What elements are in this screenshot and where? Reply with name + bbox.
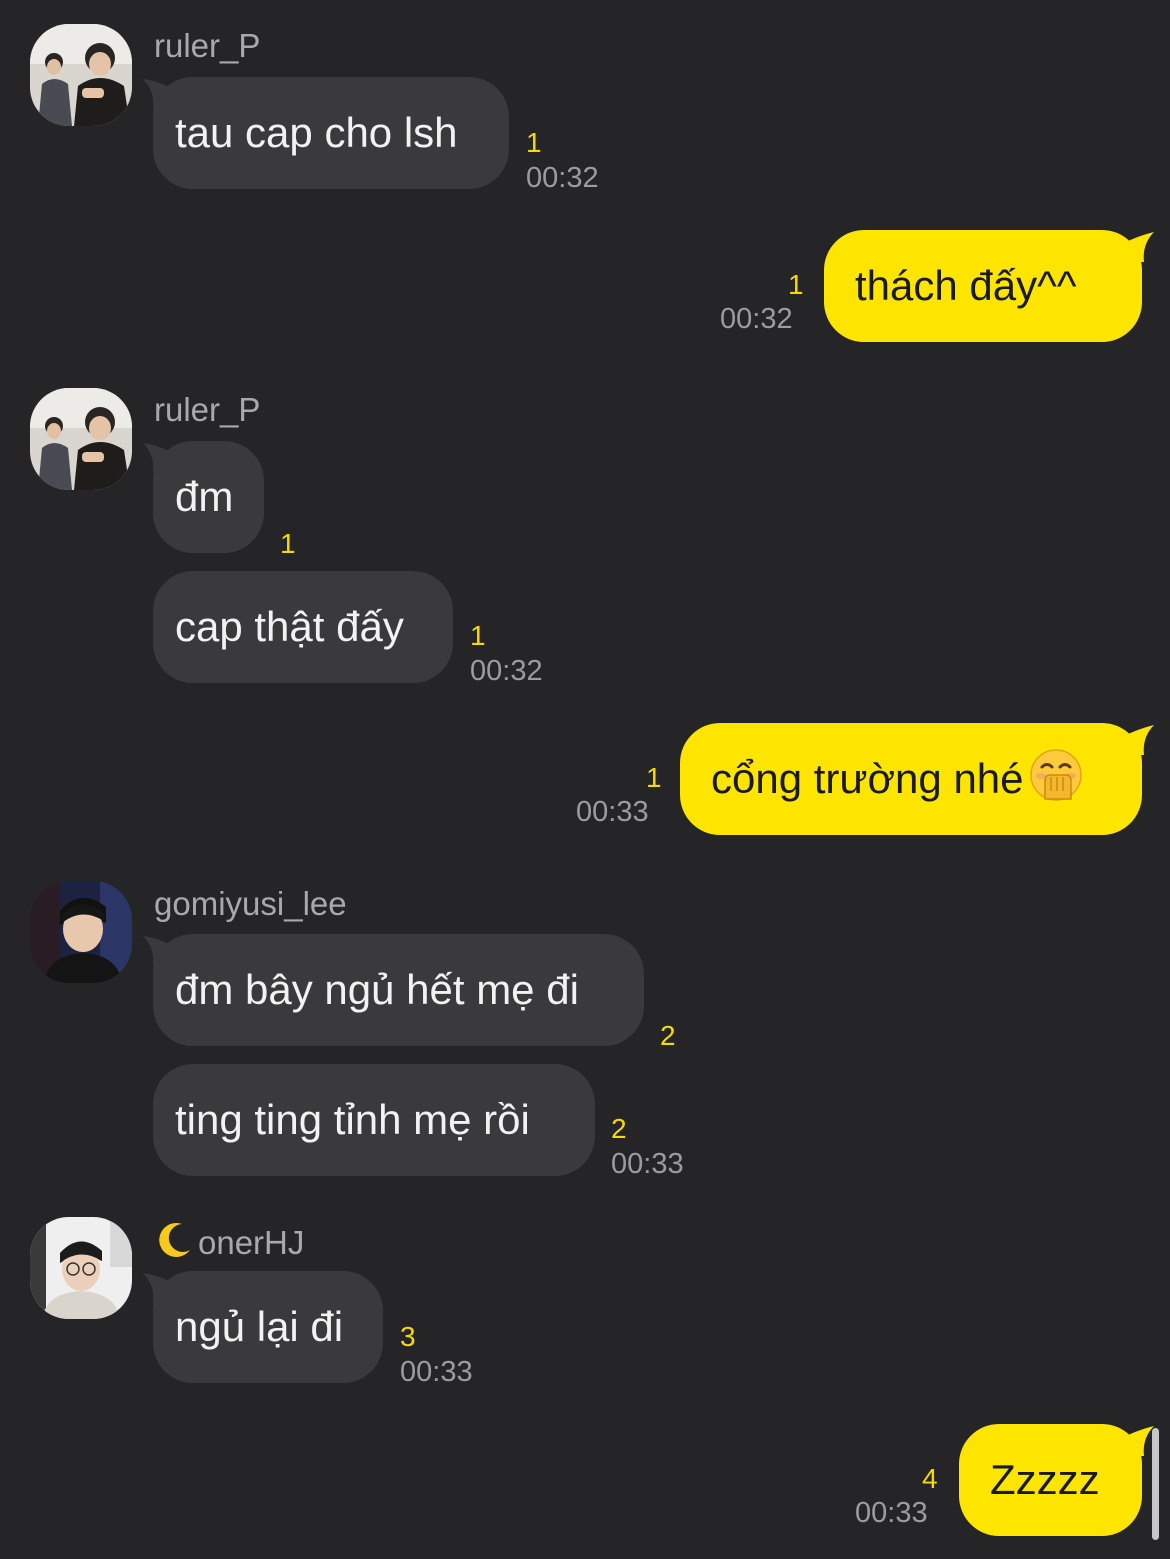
unread-count: 1 — [646, 762, 662, 793]
message-time: 00:32 — [720, 303, 793, 335]
sender-name: onerHJ — [154, 1220, 304, 1263]
avatar-gomiyusi-lee[interactable] — [30, 881, 132, 983]
message-text: thách đấy^^ — [855, 262, 1077, 309]
message-bubble-incoming[interactable]: đm bây ngủ hết mẹ đi — [143, 934, 644, 1046]
bubble-tail — [143, 1273, 179, 1303]
bubble-tail — [1116, 725, 1154, 755]
message-text: cổng trường nhé — [711, 755, 1024, 802]
message-time: 00:33 — [576, 796, 649, 828]
unread-count: 1 — [526, 127, 542, 158]
unread-count: 1 — [788, 269, 804, 300]
message-bubble-outgoing[interactable]: cổng trường nhé — [680, 723, 1154, 835]
bubble-tail — [143, 936, 179, 966]
message-bubble-incoming[interactable]: cap thật đấy — [153, 571, 453, 683]
unread-count: 3 — [400, 1321, 416, 1352]
message-time: 00:32 — [526, 162, 599, 194]
unread-count: 4 — [922, 1463, 938, 1494]
hand-over-mouth-emoji-icon — [1029, 749, 1082, 801]
avatar-ruler-p[interactable] — [30, 388, 132, 490]
message-bubble-incoming[interactable]: đm — [143, 441, 264, 553]
message-time: 00:33 — [855, 1497, 928, 1529]
message-text: ngủ lại đi — [175, 1303, 344, 1350]
bubble-tail — [143, 79, 179, 109]
message-bubble-incoming[interactable]: ting ting tỉnh mẹ rồi — [153, 1064, 595, 1176]
bubble-tail — [143, 443, 179, 473]
scrollbar[interactable] — [1152, 1428, 1159, 1540]
message-text: đm — [175, 473, 234, 520]
message-time: 00:33 — [400, 1356, 473, 1388]
message-text: ting ting tỉnh mẹ rồi — [175, 1096, 530, 1143]
message-text: tau cap cho lsh — [175, 109, 458, 156]
message-bubble-outgoing[interactable]: thách đấy^^ — [824, 230, 1154, 342]
unread-count: 1 — [470, 620, 486, 651]
message-time: 00:32 — [470, 655, 543, 687]
message-text: cap thật đấy — [175, 603, 404, 650]
avatar-ruler-p[interactable] — [30, 24, 132, 126]
avatar-onerhj[interactable] — [30, 1217, 132, 1319]
message-bubble-outgoing[interactable]: Zzzzz — [959, 1424, 1154, 1536]
unread-count: 2 — [611, 1113, 627, 1144]
message-text: đm bây ngủ hết mẹ đi — [175, 966, 579, 1013]
message-bubble-incoming[interactable]: ngủ lại đi — [143, 1271, 383, 1383]
message-bubble-incoming[interactable]: tau cap cho lsh — [143, 77, 509, 189]
crescent-moon-icon — [159, 1222, 190, 1257]
sender-name-text: onerHJ — [198, 1224, 305, 1261]
sender-name: ruler_P — [154, 27, 261, 64]
message-time: 00:33 — [611, 1148, 684, 1180]
message-text: Zzzzz — [990, 1456, 1100, 1503]
unread-count: 1 — [280, 528, 296, 559]
sender-name: gomiyusi_lee — [154, 885, 347, 922]
sender-name: ruler_P — [154, 391, 261, 428]
bubble-tail — [1116, 1426, 1154, 1456]
unread-count: 2 — [660, 1020, 676, 1051]
bubble-tail — [1116, 232, 1154, 262]
